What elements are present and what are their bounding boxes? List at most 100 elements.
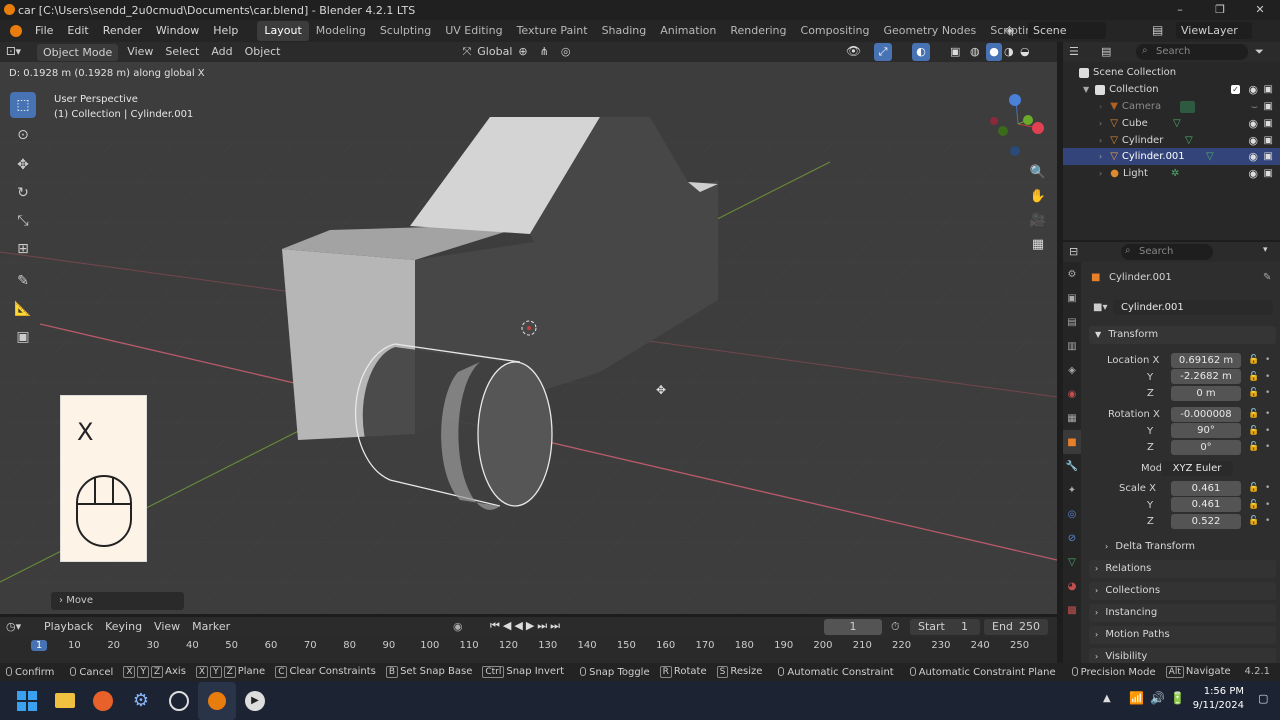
lock-icon[interactable]: 🔓 (1248, 409, 1259, 419)
eye-icon[interactable]: ◉ (1248, 150, 1258, 163)
tab-compositing[interactable]: Compositing (794, 21, 877, 41)
scene-selector[interactable]: Scene (1028, 22, 1106, 39)
menu-playback[interactable]: Playback (38, 617, 99, 637)
outliner-row-cylinder-001[interactable]: › ▽ Cylinder.001 ▽ ◉ ▣ (1063, 148, 1280, 165)
menu-help[interactable]: Help (206, 20, 245, 42)
rotation-mode-select[interactable]: XYZ Euler (1161, 461, 1233, 476)
wifi-icon[interactable]: 📶 (1129, 691, 1144, 705)
texture-tab-icon[interactable]: ▩ (1063, 598, 1081, 622)
pin-icon[interactable]: ✎ (1263, 272, 1271, 283)
relations-panel[interactable]: › Relations (1089, 560, 1276, 578)
tool-tab-icon[interactable]: ⚙ (1063, 262, 1081, 286)
camera-render-icon[interactable]: ▣ (1264, 84, 1273, 95)
menu-object[interactable]: Object (239, 42, 287, 62)
tray-chevron-up-icon[interactable]: ▲ (1103, 693, 1111, 704)
camera-render-icon[interactable]: ▣ (1264, 101, 1273, 112)
eye-icon[interactable]: ◉ (1248, 134, 1258, 147)
keyframe-dot-icon[interactable]: • (1265, 409, 1270, 419)
location-x-field[interactable]: 0.69162 m (1171, 353, 1241, 368)
keyframe-dot-icon[interactable]: • (1265, 483, 1270, 493)
menu-file[interactable]: File (28, 20, 60, 42)
outliner-row-cube[interactable]: › ▽ Cube ▽ ◉ ▣ (1063, 115, 1280, 132)
lock-icon[interactable]: 🔓 (1248, 500, 1259, 510)
menu-timeline-view[interactable]: View (148, 617, 186, 637)
tab-shading[interactable]: Shading (595, 21, 654, 41)
camera-render-icon[interactable]: ▣ (1264, 168, 1273, 179)
menu-select[interactable]: Select (159, 42, 205, 62)
wireframe-shading-icon[interactable]: ◍ (970, 45, 980, 58)
3d-viewport[interactable]: ✥ (0, 62, 1057, 614)
delta-transform-panel[interactable]: › Delta Transform (1105, 538, 1265, 556)
visibility-icon[interactable]: 👁 (846, 44, 861, 58)
render-tab-icon[interactable]: ▣ (1063, 286, 1081, 310)
blender-menu-icon[interactable] (10, 25, 22, 37)
rendered-shading-icon[interactable]: ◒ (1020, 45, 1030, 58)
gizmo-toggle-icon[interactable]: ⤢ (874, 43, 892, 61)
add-cube-icon[interactable]: ▣ (10, 324, 36, 350)
lock-icon[interactable]: 🔓 (1248, 388, 1259, 398)
outliner-row-cylinder[interactable]: › ▽ Cylinder ▽ ◉ ▣ (1063, 132, 1280, 149)
maximize-button[interactable]: ❐ (1200, 0, 1240, 20)
keyframe-dot-icon[interactable]: • (1265, 442, 1270, 452)
menu-window[interactable]: Window (149, 20, 206, 42)
playback-controls[interactable]: ⏮◀◀▶⏭⏭ (490, 619, 563, 633)
tab-animation[interactable]: Animation (653, 21, 723, 41)
motion-paths-panel[interactable]: › Motion Paths (1089, 626, 1276, 644)
overlay-toggle-icon[interactable]: ◐ (912, 43, 930, 61)
menu-view[interactable]: View (121, 42, 159, 62)
instancing-panel[interactable]: › Instancing (1089, 604, 1276, 622)
constraints-tab-icon[interactable]: ⊘ (1063, 526, 1081, 550)
scene-tab-icon[interactable]: ◈ (1063, 358, 1081, 382)
outliner-row-collection[interactable]: ▼ Collection ✓ ◉ ▣ (1063, 81, 1280, 98)
tab-uv-editing[interactable]: UV Editing (438, 21, 509, 41)
notification-icon[interactable]: ▢ (1258, 692, 1268, 705)
tab-modeling[interactable]: Modeling (309, 21, 373, 41)
rotate-icon[interactable]: ↻ (10, 180, 36, 206)
last-operation-panel[interactable]: › Move (51, 592, 184, 610)
menu-render[interactable]: Render (96, 20, 149, 42)
settings-icon[interactable]: ⚙ (122, 682, 160, 720)
xray-icon[interactable]: ▣ (950, 45, 960, 58)
media-player-icon[interactable]: ▶ (236, 682, 274, 720)
particles-tab-icon[interactable]: ✦ (1063, 478, 1081, 502)
outliner-row-light[interactable]: › ● Light ✲ ◉ ▣ (1063, 165, 1280, 182)
eye-icon[interactable]: ◉ (1248, 117, 1258, 130)
material-tab-icon[interactable]: ◕ (1063, 574, 1081, 598)
filter-icon[interactable]: ⏷ (1255, 45, 1264, 59)
rotation-z-field[interactable]: 0° (1171, 440, 1241, 455)
properties-search-input[interactable]: Search (1121, 244, 1213, 260)
collection-tab-icon[interactable]: ▦ (1063, 406, 1081, 430)
orientation-selector[interactable]: Global (477, 42, 512, 62)
camera-render-icon[interactable]: ▣ (1264, 135, 1273, 146)
collections-panel[interactable]: › Collections (1089, 582, 1276, 600)
eye-icon[interactable]: ◉ (1248, 167, 1258, 180)
annotate-icon[interactable]: ✎ (10, 268, 36, 294)
move-icon[interactable]: ✥ (10, 152, 36, 178)
tab-geometry-nodes[interactable]: Geometry Nodes (876, 21, 983, 41)
keyframe-dot-icon[interactable]: • (1265, 355, 1270, 365)
view-layer-selector[interactable]: ViewLayer (1176, 22, 1252, 39)
menu-marker[interactable]: Marker (186, 617, 236, 637)
battery-icon[interactable]: 🔋 (1170, 691, 1185, 705)
editor-type-icon[interactable]: ⚀▾ (0, 42, 34, 62)
lock-icon[interactable]: 🔓 (1248, 372, 1259, 382)
data-tab-icon[interactable]: ▽ (1063, 550, 1081, 574)
zoom-icon[interactable]: 🔍 (1028, 162, 1048, 182)
chevron-down-icon[interactable]: ▼ (1083, 85, 1089, 94)
modifier-tab-icon[interactable]: 🔧 (1063, 454, 1081, 478)
scale-z-field[interactable]: 0.522 (1171, 514, 1241, 529)
properties-editor-icon[interactable]: ⊟ (1069, 245, 1078, 258)
camera-render-icon[interactable]: ▣ (1264, 118, 1273, 129)
pan-icon[interactable]: ✋ (1028, 186, 1048, 206)
output-tab-icon[interactable]: ▤ (1063, 310, 1081, 334)
chevron-down-icon[interactable]: ▾ (1263, 245, 1268, 255)
menu-edit[interactable]: Edit (60, 20, 95, 42)
clock[interactable]: 1:56 PM 9/11/2024 (1192, 685, 1244, 713)
tab-layout[interactable]: Layout (257, 21, 309, 41)
blender-taskbar-icon[interactable] (198, 681, 236, 720)
scale-y-field[interactable]: 0.461 (1171, 497, 1241, 512)
scale-icon[interactable]: ⤡ (10, 208, 36, 234)
menu-add[interactable]: Add (205, 42, 238, 62)
outliner-search-input[interactable]: Search (1136, 44, 1248, 60)
mode-selector[interactable]: Object Mode (37, 43, 119, 61)
